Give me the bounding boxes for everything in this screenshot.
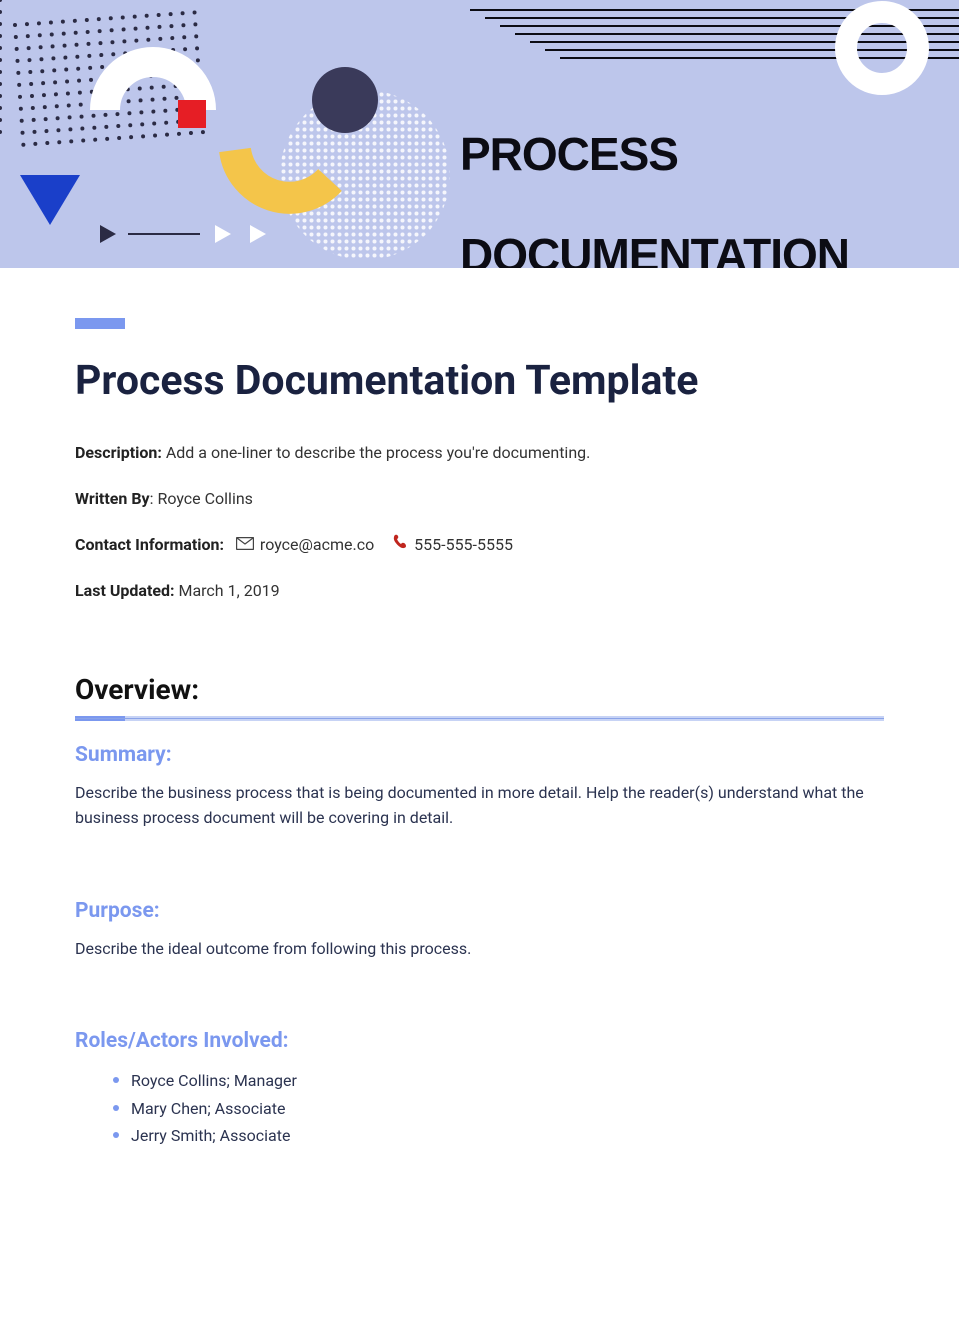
meta-written-by: Written By: Royce Collins <box>75 487 884 511</box>
banner-title: PROCESS DOCUMENTATION <box>460 78 849 268</box>
phone-icon <box>392 533 408 557</box>
phone-text: 555-555-5555 <box>414 533 513 557</box>
email-text: royce@acme.co <box>260 533 374 557</box>
meta-contact: Contact Information: royce@acme.co 555-5… <box>75 533 884 557</box>
written-by-text: : Royce Collins <box>150 489 253 508</box>
last-updated-label: Last Updated: <box>75 581 175 600</box>
purpose-text: Describe the ideal outcome from followin… <box>75 937 884 962</box>
summary-text: Describe the business process that is be… <box>75 781 884 831</box>
list-item: Jerry Smith; Associate <box>131 1122 884 1149</box>
meta-last-updated: Last Updated: March 1, 2019 <box>75 579 884 603</box>
section-divider <box>75 716 884 721</box>
summary-heading: Summary: <box>75 743 884 767</box>
purpose-heading: Purpose: <box>75 899 884 923</box>
last-updated-text: March 1, 2019 <box>175 581 280 600</box>
description-label: Description: <box>75 443 162 462</box>
accent-bar <box>75 318 125 329</box>
written-by-label: Written By <box>75 489 150 508</box>
list-item: Royce Collins; Manager <box>131 1067 884 1094</box>
list-item: Mary Chen; Associate <box>131 1095 884 1122</box>
description-text: Add a one-liner to describe the process … <box>162 443 591 462</box>
banner: PROCESS DOCUMENTATION <box>0 0 959 268</box>
banner-line1: PROCESS <box>460 128 678 180</box>
doc-title: Process Documentation Template <box>75 357 884 405</box>
overview-heading: Overview: <box>75 673 884 706</box>
roles-heading: Roles/Actors Involved: <box>75 1029 884 1053</box>
roles-list: Royce Collins; Manager Mary Chen; Associ… <box>75 1067 884 1149</box>
document-body: Process Documentation Template Descripti… <box>0 268 959 1179</box>
banner-line2: DOCUMENTATION <box>460 229 849 268</box>
overview-section: Overview: Summary: Describe the business… <box>75 673 884 1149</box>
email-icon <box>236 533 254 557</box>
contact-label: Contact Information: <box>75 535 224 554</box>
meta-description: Description: Add a one-liner to describe… <box>75 441 884 465</box>
